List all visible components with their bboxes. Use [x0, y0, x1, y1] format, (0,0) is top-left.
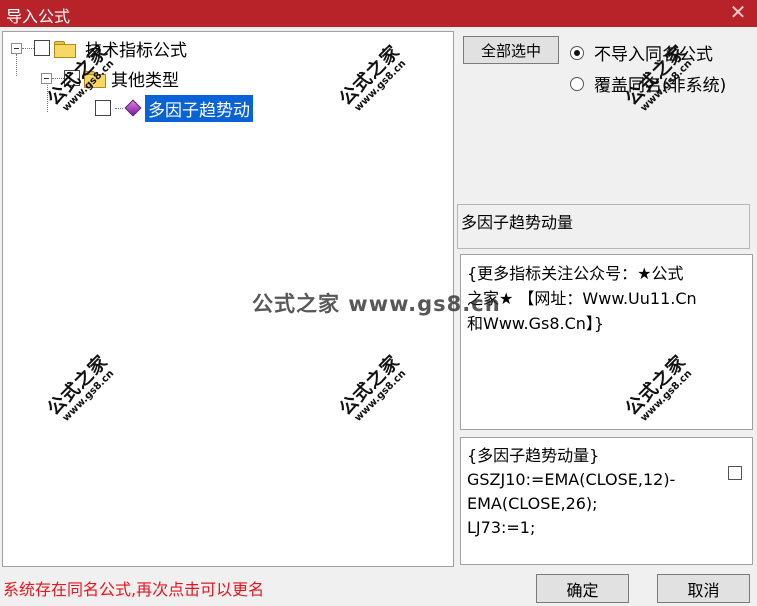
code-line: {多因子趋势动量}	[467, 446, 600, 465]
tree-node-label[interactable]: 技术指标公式	[82, 35, 190, 62]
folder-icon	[84, 70, 106, 88]
status-message: 系统存在同名公式,再次点击可以更名	[3, 580, 265, 599]
radio-selected-icon[interactable]	[570, 45, 584, 60]
tree-node-root[interactable]: 技术指标公式	[11, 35, 190, 62]
code-checkbox[interactable]	[728, 466, 742, 480]
close-icon[interactable]: ✕	[725, 0, 751, 26]
collapse-icon[interactable]	[11, 42, 22, 54]
group-checkbox[interactable]	[64, 70, 80, 86]
radio-overwrite-same[interactable]: 覆盖同名(非系统)	[570, 71, 726, 96]
tree-connector	[22, 47, 34, 49]
tree-connector	[52, 77, 64, 79]
tree-node-group[interactable]: 其他类型	[41, 65, 182, 92]
code-line: LJ73:=1;	[467, 518, 536, 537]
description-text: 多因子趋势动量	[461, 213, 574, 232]
radio-label: 覆盖同名(非系统)	[594, 76, 727, 96]
folder-icon	[54, 40, 76, 58]
formula-note[interactable]: {更多指标关注公众号：★公式 之家★ 【网址：Www.Uu11.Cn 和Www.…	[460, 254, 753, 430]
formula-checkbox[interactable]	[95, 100, 111, 116]
watermark-center: 公式之家 www.gs8.cn	[252, 292, 501, 316]
window-title: 导入公式	[6, 7, 71, 26]
collapse-icon[interactable]	[41, 72, 52, 84]
radio-label: 不导入同名公式	[594, 45, 713, 65]
select-all-button[interactable]: 全部选中	[463, 36, 559, 64]
ok-button[interactable]: 确定	[536, 574, 629, 603]
formula-gem-icon	[124, 99, 142, 117]
formula-code[interactable]: {多因子趋势动量} GSZJ10:=EMA(CLOSE,12)- EMA(CLO…	[460, 437, 753, 565]
code-line: EMA(CLOSE,26);	[467, 494, 598, 513]
root-checkbox[interactable]	[34, 40, 50, 56]
tree-node-label[interactable]: 其他类型	[108, 65, 182, 92]
tree-node-label-selected[interactable]: 多因子趋势动	[145, 94, 253, 122]
note-line: 和Www.Gs8.Cn】}	[467, 314, 605, 333]
code-line: GSZJ10:=EMA(CLOSE,12)-	[467, 470, 676, 489]
radio-unselected-icon[interactable]	[570, 76, 584, 91]
tree-node-formula[interactable]: 多因子趋势动	[95, 94, 253, 122]
formula-description: 多因子趋势动量	[457, 204, 750, 249]
note-line: 之家★ 【网址：Www.Uu11.Cn	[467, 289, 697, 308]
title-bar: 导入公式 ✕	[0, 0, 757, 27]
radio-no-import-same[interactable]: 不导入同名公式	[570, 40, 713, 65]
cancel-button[interactable]: 取消	[657, 574, 750, 603]
tree-connector	[115, 107, 123, 109]
note-line: {更多指标关注公众号：★公式	[467, 264, 684, 283]
